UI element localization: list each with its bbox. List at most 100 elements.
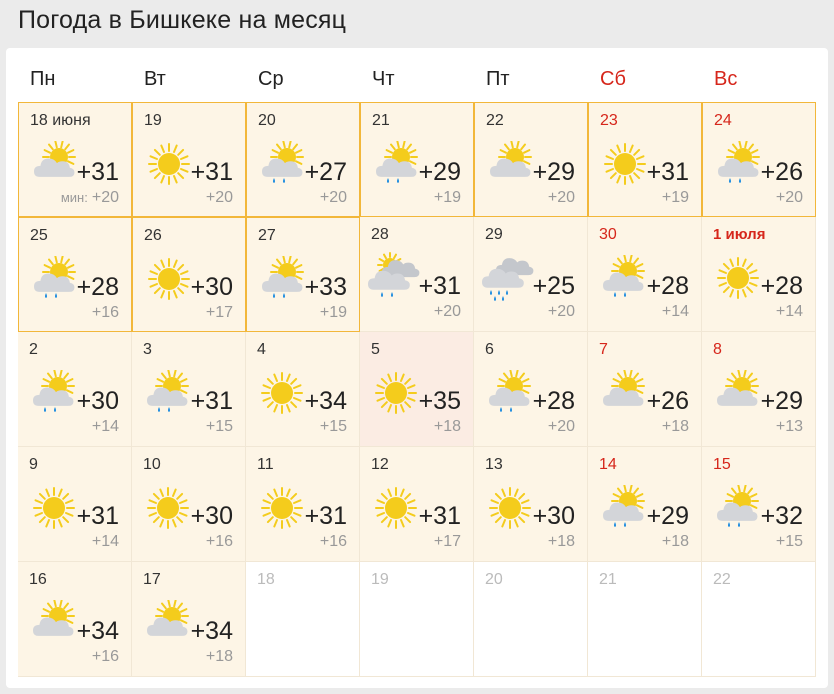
calendar-day[interactable]: 20 +27 +20 bbox=[246, 102, 360, 217]
day-date: 29 bbox=[485, 226, 503, 243]
calendar-day[interactable]: 27 +33 +19 bbox=[246, 217, 360, 332]
calendar-day[interactable]: 30 +28 +14 bbox=[588, 217, 702, 332]
day-date: 21 bbox=[372, 112, 390, 129]
weekday-label: Сб bbox=[600, 68, 626, 90]
max-temperature: +27 bbox=[304, 158, 347, 186]
partly-cloudy-rain-icon bbox=[716, 140, 762, 187]
min-temperature: +20 bbox=[205, 189, 233, 206]
min-temperature: +17 bbox=[205, 304, 233, 321]
day-date: 19 bbox=[144, 112, 162, 129]
calendar-day[interactable]: 23 +31 +19 bbox=[588, 102, 702, 217]
partly-cloudy-icon bbox=[488, 140, 534, 187]
day-date: 18 bbox=[257, 571, 275, 588]
calendar-day[interactable]: 8 +29 +13 bbox=[702, 332, 816, 447]
calendar-day[interactable]: 2 +30 +14 bbox=[18, 332, 132, 447]
calendar-day[interactable]: 15 +32 +15 bbox=[702, 447, 816, 562]
min-temperature: +19 bbox=[319, 304, 347, 321]
min-temperature: +20 bbox=[547, 189, 575, 206]
sun-icon bbox=[373, 485, 419, 531]
calendar-day[interactable]: 7 +26 +18 bbox=[588, 332, 702, 447]
sun-icon bbox=[146, 141, 192, 187]
day-date: 21 bbox=[599, 571, 617, 588]
min-label: мин: bbox=[60, 190, 88, 205]
calendar-day[interactable]: 18 июня +31 мин: +20 bbox=[18, 102, 132, 217]
min-temperature: +20 bbox=[775, 189, 803, 206]
calendar-day[interactable]: 4 +34 +15 bbox=[246, 332, 360, 447]
min-temperature: +15 bbox=[775, 533, 803, 550]
calendar-day[interactable]: 10 +30 +16 bbox=[132, 447, 246, 562]
min-temperature-row: +18 bbox=[434, 418, 461, 436]
max-temperature: +30 bbox=[190, 273, 233, 301]
max-temperature: +28 bbox=[532, 387, 575, 415]
day-date: 25 bbox=[30, 227, 48, 244]
sun-icon bbox=[31, 485, 77, 531]
min-temperature: +16 bbox=[91, 304, 119, 321]
calendar-day[interactable]: 16 +34 +16 bbox=[18, 562, 132, 677]
max-temperature: +30 bbox=[76, 387, 119, 415]
calendar-day[interactable]: 5 +35 +18 bbox=[360, 332, 474, 447]
max-temperature: +29 bbox=[646, 502, 689, 530]
calendar-day[interactable]: 9 +31 +14 bbox=[18, 447, 132, 562]
calendar-day[interactable]: 11 +31 +16 bbox=[246, 447, 360, 562]
max-temperature: +25 bbox=[532, 272, 575, 300]
min-temperature: +20 bbox=[433, 303, 461, 320]
calendar-day[interactable]: 14 +29 +18 bbox=[588, 447, 702, 562]
day-date: 20 bbox=[258, 112, 276, 129]
partly-cloudy-rain-icon bbox=[260, 140, 306, 187]
min-temperature: +14 bbox=[91, 533, 119, 550]
min-temperature: +14 bbox=[91, 418, 119, 435]
min-temperature-row: +19 bbox=[662, 189, 689, 207]
weekday-label: Пн bbox=[30, 68, 56, 90]
day-date: 1 июля bbox=[713, 226, 766, 243]
min-temperature: +20 bbox=[547, 418, 575, 435]
calendar-day[interactable]: 21 +29 +19 bbox=[360, 102, 474, 217]
partly-cloudy-icon bbox=[31, 599, 77, 646]
min-temperature: +14 bbox=[775, 303, 803, 320]
partly-cloudy-icon bbox=[601, 369, 647, 416]
day-date: 26 bbox=[144, 227, 162, 244]
calendar-day[interactable]: 25 +28 +16 bbox=[18, 217, 132, 332]
partly-cloudy-rain-icon bbox=[31, 369, 77, 416]
calendar-day[interactable]: 3 +31 +15 bbox=[132, 332, 246, 447]
min-temperature-row: +16 bbox=[92, 304, 119, 322]
max-temperature: +30 bbox=[190, 502, 233, 530]
min-temperature-row: +17 bbox=[434, 533, 461, 551]
partly-cloudy-icon bbox=[715, 369, 761, 416]
min-temperature-row: +15 bbox=[320, 418, 347, 436]
calendar-day[interactable]: 1 июля +28 +14 bbox=[702, 217, 816, 332]
weekday-label: Вт bbox=[144, 68, 166, 90]
min-temperature-row: мин: +20 bbox=[61, 189, 119, 207]
calendar-day[interactable]: 12 +31 +17 bbox=[360, 447, 474, 562]
day-date: 7 bbox=[599, 341, 608, 358]
day-date: 16 bbox=[29, 571, 47, 588]
max-temperature: +28 bbox=[760, 272, 803, 300]
min-temperature-row: +20 bbox=[434, 303, 461, 321]
max-temperature: +29 bbox=[418, 158, 461, 186]
min-temperature: +16 bbox=[205, 533, 233, 550]
partly-cloudy-rain-icon bbox=[374, 140, 420, 187]
min-temperature-row: +20 bbox=[320, 189, 347, 207]
calendar-day[interactable]: 24 +26 +20 bbox=[702, 102, 816, 217]
calendar-day[interactable]: 22 +29 +20 bbox=[474, 102, 588, 217]
sun-icon bbox=[715, 255, 761, 301]
calendar-day[interactable]: 6 +28 +20 bbox=[474, 332, 588, 447]
partly-cloudy-rain-icon bbox=[601, 254, 647, 301]
max-temperature: +26 bbox=[760, 158, 803, 186]
calendar-day[interactable]: 17 +34 +18 bbox=[132, 562, 246, 677]
calendar-day[interactable]: 19 +31 +20 bbox=[132, 102, 246, 217]
calendar-day[interactable]: 28 +31 +20 bbox=[360, 217, 474, 332]
min-temperature: +18 bbox=[661, 533, 689, 550]
min-temperature-row: +14 bbox=[662, 303, 689, 321]
min-temperature: +15 bbox=[319, 418, 347, 435]
sun-icon bbox=[259, 370, 305, 416]
cloudy-sun-rain-icon bbox=[366, 251, 422, 301]
calendar-day[interactable]: 13 +30 +18 bbox=[474, 447, 588, 562]
day-date: 19 bbox=[371, 571, 389, 588]
day-date: 20 bbox=[485, 571, 503, 588]
min-temperature-row: +16 bbox=[92, 648, 119, 666]
calendar-day[interactable]: 26 +30 +17 bbox=[132, 217, 246, 332]
calendar-day[interactable]: 29 +25 +20 bbox=[474, 217, 588, 332]
min-temperature-row: +18 bbox=[548, 533, 575, 551]
cloudy-rain-icon bbox=[480, 251, 536, 301]
min-temperature: +15 bbox=[205, 418, 233, 435]
